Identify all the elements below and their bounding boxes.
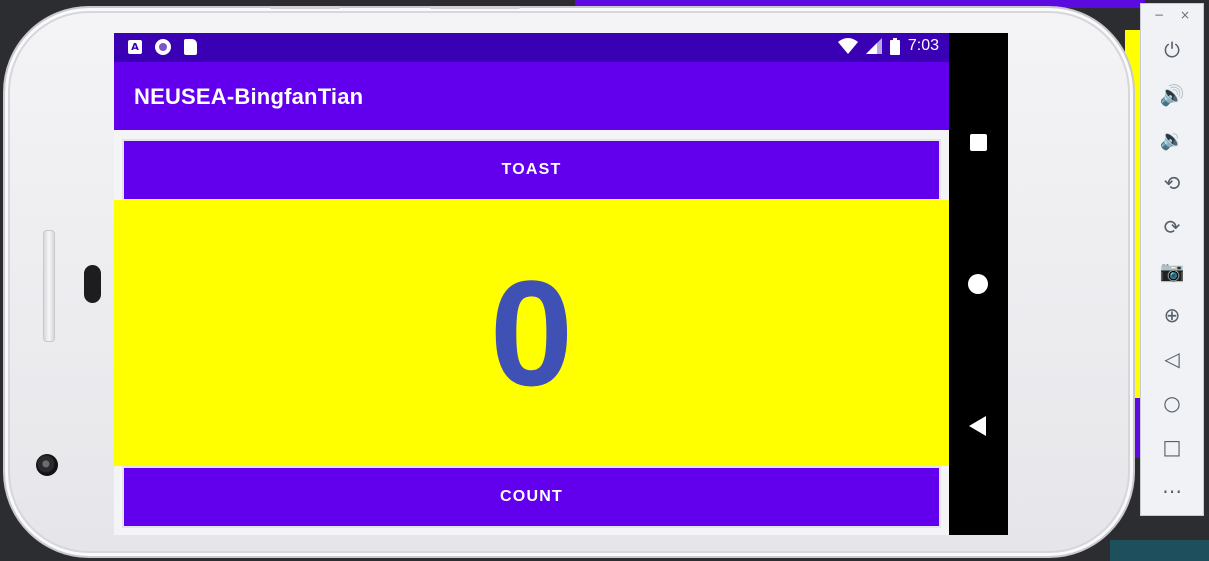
device-top-edge xyxy=(270,6,340,9)
overview-icon[interactable]: □ xyxy=(1141,431,1203,463)
earpiece-speaker xyxy=(84,265,101,303)
device-side-button[interactable] xyxy=(43,230,55,342)
count-display: 0 xyxy=(114,200,949,466)
device-top-edge-2 xyxy=(430,6,520,9)
wifi-icon xyxy=(837,38,858,54)
front-camera xyxy=(36,454,58,476)
status-bar-notifications: A xyxy=(128,39,197,55)
rotate-left-icon[interactable]: ⟲ xyxy=(1141,167,1203,199)
toolbar-window-controls: − × xyxy=(1141,8,1203,22)
battery-icon xyxy=(889,37,900,55)
camera-icon[interactable]: 📷 xyxy=(1141,255,1203,287)
toast-button[interactable]: TOAST xyxy=(124,141,939,199)
app-window: A 7:03 NEUSEA-BingfanTian TOAST 0 COUNT xyxy=(114,33,949,535)
app-title: NEUSEA-BingfanTian xyxy=(134,84,364,109)
zoom-icon[interactable]: ⊕ xyxy=(1141,299,1203,331)
status-time: 7:03 xyxy=(907,37,939,54)
home-icon[interactable] xyxy=(968,274,988,294)
device-screen: A 7:03 NEUSEA-BingfanTian TOAST 0 COUNT xyxy=(114,33,1008,535)
circle-notification-icon xyxy=(155,39,171,55)
home-button-icon[interactable]: ○ xyxy=(1141,387,1203,419)
minimize-icon[interactable]: − xyxy=(1154,8,1164,22)
sd-card-icon xyxy=(184,39,197,55)
status-bar: A 7:03 xyxy=(114,33,949,62)
a-notification-icon: A xyxy=(128,40,142,54)
app-bar: NEUSEA-BingfanTian xyxy=(114,62,949,130)
status-bar-system: 7:03 xyxy=(837,37,939,55)
signal-icon xyxy=(865,38,882,54)
count-value: 0 xyxy=(489,249,574,417)
emulator-toolbar: − × ⏻ 🔊 🔉 ⟲ ⟳ 📷 ⊕ ◁ ○ □ ⋯ xyxy=(1140,3,1204,516)
rotate-right-icon[interactable]: ⟳ xyxy=(1141,211,1203,243)
power-icon[interactable]: ⏻ xyxy=(1141,34,1203,66)
back-button-icon[interactable]: ◁ xyxy=(1141,343,1203,375)
navigation-bar xyxy=(949,33,1008,535)
count-button[interactable]: COUNT xyxy=(124,468,939,526)
recent-apps-icon[interactable] xyxy=(970,134,987,151)
volume-down-icon[interactable]: 🔉 xyxy=(1141,123,1203,155)
close-icon[interactable]: × xyxy=(1180,8,1190,22)
volume-up-icon[interactable]: 🔊 xyxy=(1141,79,1203,111)
background-window-strip xyxy=(1110,540,1209,561)
back-icon[interactable] xyxy=(969,416,986,436)
more-icon[interactable]: ⋯ xyxy=(1141,475,1203,507)
